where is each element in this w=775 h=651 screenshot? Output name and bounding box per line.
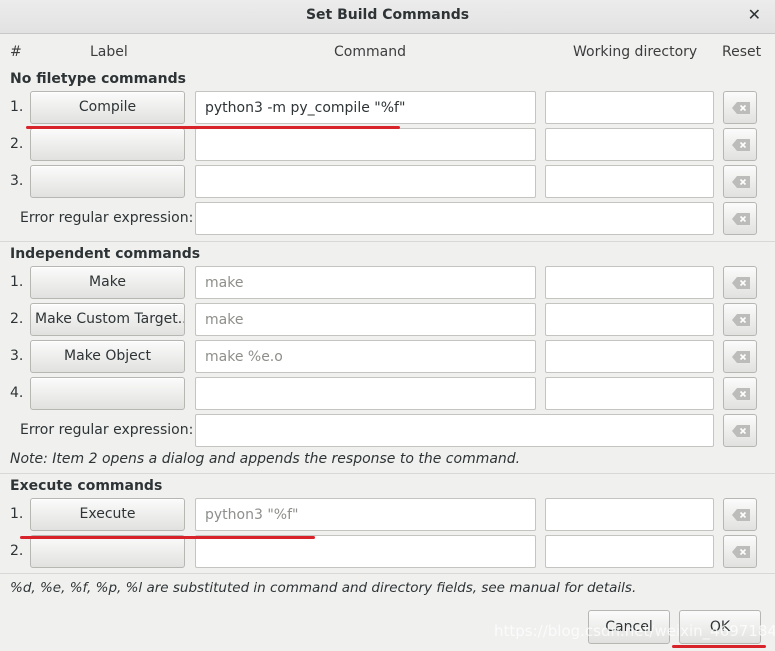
reset-button[interactable]: [723, 91, 757, 124]
ok-button[interactable]: OK: [679, 610, 761, 644]
clear-icon: [732, 213, 750, 225]
annotation-underline: [26, 126, 400, 129]
label-button-make[interactable]: Make: [30, 266, 185, 299]
independent-note: Note: Item 2 opens a dialog and appends …: [10, 451, 521, 467]
command-input[interactable]: [195, 165, 536, 198]
annotation-underline: [672, 645, 766, 648]
row-number: 3.: [10, 348, 24, 364]
workdir-input[interactable]: [545, 128, 714, 161]
separator: [0, 573, 775, 574]
column-header-workdir: Working directory: [573, 44, 698, 60]
label-button-execute[interactable]: Execute: [30, 498, 185, 531]
label-button-empty[interactable]: [30, 165, 185, 198]
command-input[interactable]: [195, 128, 536, 161]
row-number: 2.: [10, 136, 24, 152]
clear-icon: [732, 102, 750, 114]
clear-icon: [732, 425, 750, 437]
label-button-make-custom-target[interactable]: Make Custom Target...: [30, 303, 185, 336]
row-number: 2.: [10, 311, 24, 327]
workdir-input[interactable]: [545, 303, 714, 336]
clear-icon: [732, 388, 750, 400]
workdir-input[interactable]: [545, 266, 714, 299]
command-input[interactable]: [195, 266, 536, 299]
reset-button[interactable]: [723, 535, 757, 568]
close-icon[interactable]: ✕: [748, 5, 761, 24]
label-button-compile[interactable]: Compile: [30, 91, 185, 124]
section-heading-independent: Independent commands: [10, 246, 201, 262]
clear-icon: [732, 176, 750, 188]
column-header-reset: Reset: [722, 44, 762, 60]
reset-button[interactable]: [723, 128, 757, 161]
cancel-button[interactable]: Cancel: [588, 610, 670, 644]
row-number: 1.: [10, 99, 24, 115]
workdir-input[interactable]: [545, 498, 714, 531]
workdir-input[interactable]: [545, 165, 714, 198]
error-regex-input[interactable]: [195, 414, 714, 447]
separator: [0, 473, 775, 474]
substitution-note: %d, %e, %f, %p, %l are substituted in co…: [10, 580, 637, 596]
workdir-input[interactable]: [545, 91, 714, 124]
column-header-command: Command: [334, 44, 406, 60]
error-regex-label: Error regular expression:: [20, 422, 194, 438]
row-number: 1.: [10, 274, 24, 290]
reset-button[interactable]: [723, 498, 757, 531]
label-button-empty[interactable]: [30, 535, 185, 568]
column-header-label: Label: [90, 44, 128, 60]
reset-button[interactable]: [723, 165, 757, 198]
label-button-empty[interactable]: [30, 128, 185, 161]
reset-button[interactable]: [723, 340, 757, 373]
row-number: 3.: [10, 173, 24, 189]
clear-icon: [732, 509, 750, 521]
section-heading-filetype: No filetype commands: [10, 71, 186, 87]
clear-icon: [732, 546, 750, 558]
annotation-underline: [20, 536, 315, 539]
workdir-input[interactable]: [545, 340, 714, 373]
command-input[interactable]: [195, 340, 536, 373]
reset-button[interactable]: [723, 414, 757, 447]
column-header-num: #: [10, 44, 22, 60]
reset-button[interactable]: [723, 303, 757, 336]
clear-icon: [732, 277, 750, 289]
reset-button[interactable]: [723, 377, 757, 410]
section-heading-execute: Execute commands: [10, 478, 163, 494]
reset-button[interactable]: [723, 202, 757, 235]
row-number: 2.: [10, 543, 24, 559]
clear-icon: [732, 351, 750, 363]
clear-icon: [732, 314, 750, 326]
row-number: 4.: [10, 385, 24, 401]
error-regex-input[interactable]: [195, 202, 714, 235]
command-input[interactable]: [195, 91, 536, 124]
separator: [0, 241, 775, 242]
clear-icon: [732, 139, 750, 151]
title-bar: Set Build Commands ✕: [0, 0, 775, 34]
row-number: 1.: [10, 506, 24, 522]
workdir-input[interactable]: [545, 535, 714, 568]
reset-button[interactable]: [723, 266, 757, 299]
workdir-input[interactable]: [545, 377, 714, 410]
command-input[interactable]: [195, 303, 536, 336]
label-button-empty[interactable]: [30, 377, 185, 410]
command-input[interactable]: [195, 498, 536, 531]
command-input[interactable]: [195, 535, 536, 568]
error-regex-label: Error regular expression:: [20, 210, 194, 226]
label-button-make-object[interactable]: Make Object: [30, 340, 185, 373]
command-input[interactable]: [195, 377, 536, 410]
window-title: Set Build Commands: [305, 7, 470, 23]
